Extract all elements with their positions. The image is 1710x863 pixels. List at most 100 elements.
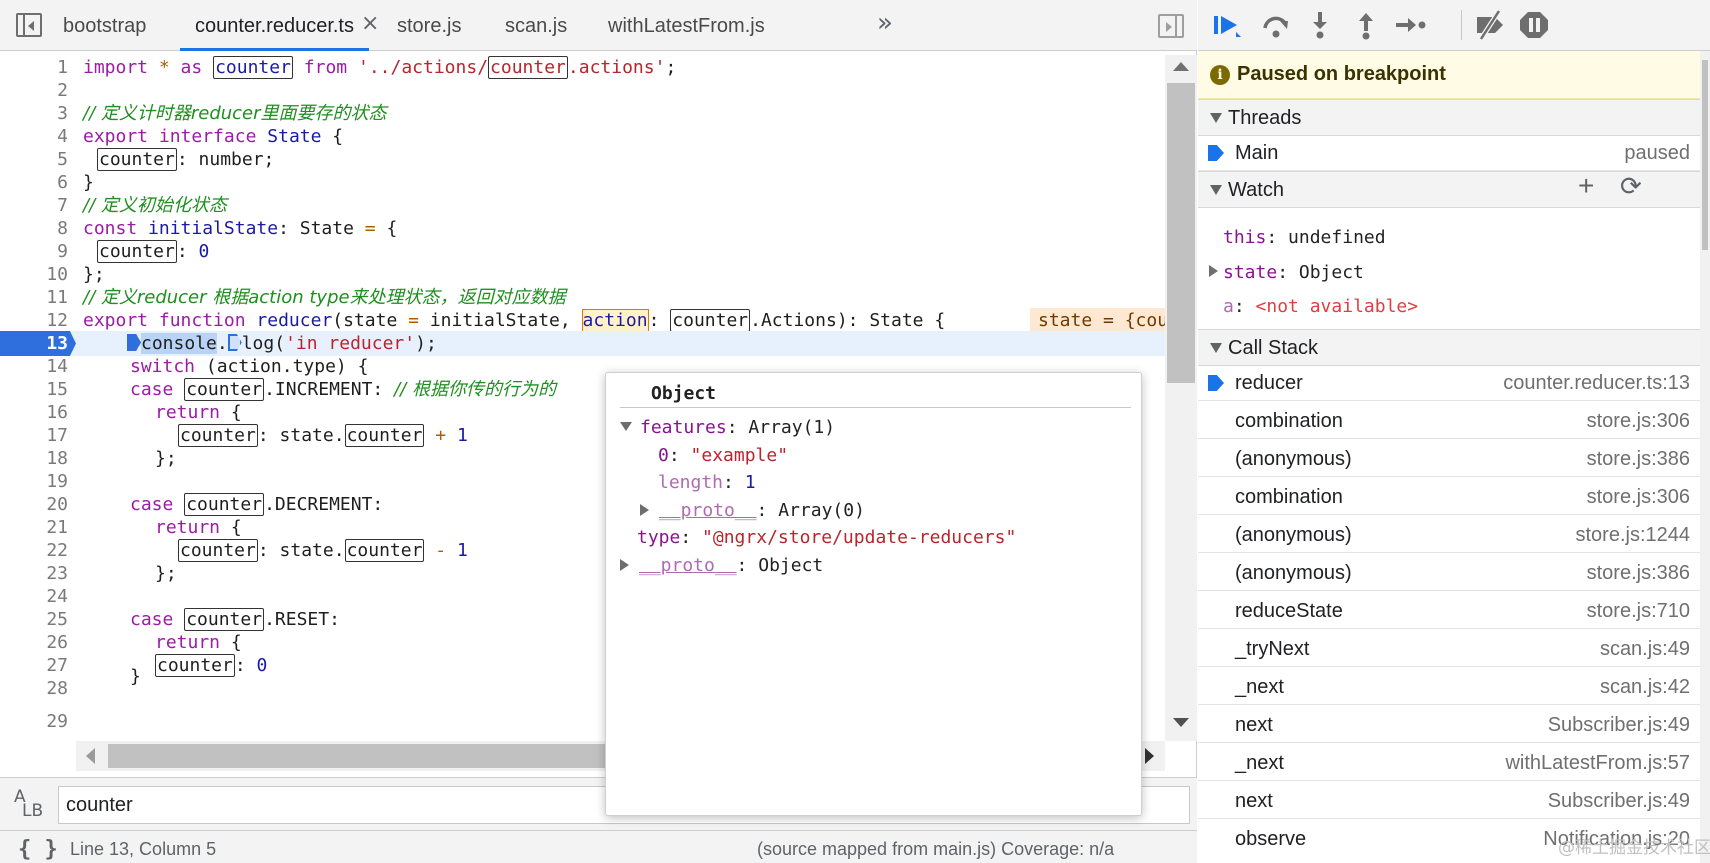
call-frame[interactable]: (anonymous) store.js:1244	[1198, 518, 1700, 553]
continue-to-location-icon[interactable]	[227, 334, 242, 351]
close-tab-icon[interactable]: ×	[361, 0, 379, 48]
line-number[interactable]: 4	[0, 124, 70, 149]
threads-section-header[interactable]: Threads	[1198, 99, 1700, 136]
toggle-debugger-icon[interactable]	[1158, 14, 1184, 38]
call-frame[interactable]: next Subscriber.js:49	[1198, 784, 1700, 819]
step-into-icon[interactable]	[1302, 8, 1338, 42]
call-frame[interactable]: combination store.js:306	[1198, 404, 1700, 439]
scroll-left-arrow-icon[interactable]	[86, 748, 95, 764]
frame-location[interactable]: withLatestFrom.js:57	[1505, 752, 1690, 775]
frame-location[interactable]: store.js:306	[1587, 410, 1690, 433]
deactivate-breakpoints-icon[interactable]	[1473, 8, 1509, 42]
hovered-variable-action[interactable]: action	[581, 309, 649, 332]
collapsed-triangle-icon[interactable]	[620, 559, 629, 571]
line-number[interactable]: 9	[0, 239, 70, 264]
frame-location[interactable]: store.js:386	[1587, 562, 1690, 585]
pretty-print-icon[interactable]: { }	[18, 837, 58, 862]
tree-node-type[interactable]: type: "@ngrx/store/update-reducers"	[637, 526, 1016, 550]
toggle-navigator-icon[interactable]	[16, 13, 42, 37]
scroll-up-arrow-icon[interactable]	[1173, 62, 1189, 71]
tree-node-proto-array[interactable]: __proto__: Array(0)	[640, 499, 865, 523]
line-number[interactable]: 14	[0, 354, 70, 379]
line-number[interactable]: 2	[0, 78, 70, 103]
line-number[interactable]: 1	[0, 55, 70, 80]
line-number[interactable]: 29	[0, 709, 70, 734]
collapsed-triangle-icon[interactable]	[640, 504, 649, 516]
sidebar-scrollbar-thumb[interactable]	[1702, 60, 1708, 250]
breakpoint-line-number[interactable]: 13	[0, 331, 76, 356]
watch-expression-state[interactable]: state: Object	[1223, 262, 1364, 283]
case-sensitive-icon[interactable]: A LB	[14, 789, 43, 820]
line-number[interactable]: 19	[0, 469, 70, 494]
line-number[interactable]: 11	[0, 285, 70, 310]
line-number[interactable]: 23	[0, 561, 70, 586]
refresh-watch-icon[interactable]: ⟳	[1620, 171, 1642, 202]
call-frame[interactable]: _next withLatestFrom.js:57	[1198, 746, 1700, 781]
frame-location[interactable]: scan.js:49	[1600, 638, 1690, 661]
source-map-info[interactable]: (source mapped from main.js) Coverage: n…	[757, 839, 1114, 860]
tree-node-proto-object[interactable]: __proto__: Object	[620, 554, 823, 578]
scroll-right-arrow-icon[interactable]	[1145, 748, 1154, 764]
frame-location[interactable]: store.js:710	[1587, 600, 1690, 623]
frame-location[interactable]: store.js:1244	[1575, 524, 1690, 547]
line-number[interactable]: 25	[0, 607, 70, 632]
step-icon[interactable]	[1392, 8, 1428, 42]
line-number[interactable]: 27	[0, 653, 70, 678]
line-number[interactable]: 5	[0, 147, 70, 172]
watch-section-header[interactable]: Watch + ⟳	[1198, 170, 1700, 208]
resume-icon[interactable]	[1210, 8, 1246, 42]
call-frame[interactable]: next Subscriber.js:49	[1198, 708, 1700, 743]
tree-node-length[interactable]: length: 1	[658, 471, 756, 495]
line-number[interactable]: 18	[0, 446, 70, 471]
line-number[interactable]: 3	[0, 101, 70, 126]
line-number[interactable]: 24	[0, 584, 70, 609]
call-frame[interactable]: reducer counter.reducer.ts:13	[1198, 366, 1700, 401]
line-number[interactable]: 26	[0, 630, 70, 655]
tab-store[interactable]: store.js	[397, 0, 461, 51]
tab-with-latest-from[interactable]: withLatestFrom.js	[608, 0, 765, 51]
vertical-scrollbar-thumb[interactable]	[1167, 83, 1195, 383]
tab-counter-reducer[interactable]: counter.reducer.ts	[180, 0, 369, 51]
call-frame[interactable]: combination store.js:306	[1198, 480, 1700, 515]
frame-location[interactable]: store.js:306	[1587, 486, 1690, 509]
step-out-icon[interactable]	[1348, 8, 1384, 42]
expanded-triangle-icon[interactable]	[620, 422, 632, 431]
scroll-down-arrow-icon[interactable]	[1173, 718, 1189, 727]
tab-bootstrap[interactable]: bootstrap	[63, 0, 146, 51]
more-tabs-icon[interactable]: »	[877, 8, 893, 38]
line-number[interactable]: 12	[0, 308, 70, 333]
tab-scan[interactable]: scan.js	[505, 0, 567, 51]
tree-node-item0[interactable]: 0: "example"	[658, 444, 788, 468]
line-number[interactable]: 16	[0, 400, 70, 425]
frame-location[interactable]: counter.reducer.ts:13	[1503, 372, 1690, 395]
collapsed-triangle-icon[interactable]	[1209, 265, 1218, 277]
frame-location[interactable]: Subscriber.js:49	[1548, 790, 1690, 813]
line-number[interactable]: 22	[0, 538, 70, 563]
line-number[interactable]: 17	[0, 423, 70, 448]
call-frame[interactable]: (anonymous) store.js:386	[1198, 442, 1700, 477]
line-number[interactable]: 20	[0, 492, 70, 517]
horizontal-scrollbar-thumb[interactable]	[108, 744, 608, 768]
line-number[interactable]: 10	[0, 262, 70, 287]
pause-on-exceptions-icon[interactable]	[1516, 8, 1552, 42]
line-number[interactable]: 7	[0, 193, 70, 218]
frame-location[interactable]: scan.js:42	[1600, 676, 1690, 699]
line-number[interactable]: 8	[0, 216, 70, 241]
line-number[interactable]: 15	[0, 377, 70, 402]
call-frame[interactable]: (anonymous) store.js:386	[1198, 556, 1700, 591]
add-watch-expression-icon[interactable]: +	[1578, 170, 1594, 202]
tree-node-features[interactable]: features: Array(1)	[620, 416, 835, 440]
frame-location[interactable]: Subscriber.js:49	[1548, 714, 1690, 737]
execution-marker-icon[interactable]	[127, 334, 141, 351]
frame-location[interactable]: store.js:386	[1587, 448, 1690, 471]
call-stack-section-header[interactable]: Call Stack	[1198, 329, 1700, 366]
watch-expression-this[interactable]: this: undefined	[1223, 227, 1386, 248]
step-over-icon[interactable]	[1258, 8, 1294, 42]
line-number[interactable]: 6	[0, 170, 70, 195]
call-frame[interactable]: _next scan.js:42	[1198, 670, 1700, 705]
watch-expression-a[interactable]: a: <not available>	[1223, 296, 1418, 317]
line-number[interactable]: 28	[0, 676, 70, 701]
line-number[interactable]: 21	[0, 515, 70, 540]
thread-row-main[interactable]: Main paused	[1198, 136, 1700, 171]
call-frame[interactable]: _tryNext scan.js:49	[1198, 632, 1700, 667]
